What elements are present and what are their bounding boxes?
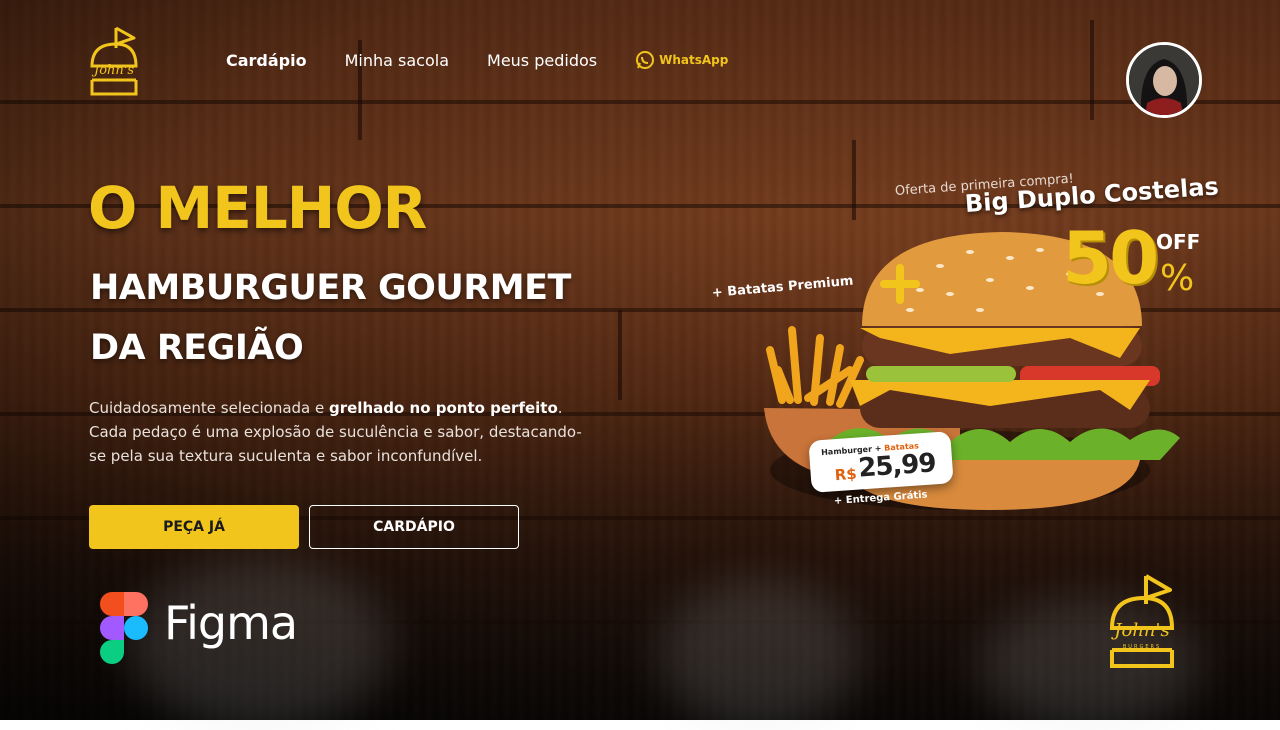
- price-value: 25,99: [857, 448, 937, 484]
- main-nav: Cardápio Minha sacola Meus pedidos Whats…: [226, 50, 728, 70]
- hero-description: Cuidadosamente selecionada e grelhado no…: [89, 396, 589, 468]
- price-currency: R$: [834, 464, 858, 485]
- johns-logo[interactable]: John's: [88, 26, 140, 98]
- nav-item-minha-sacola[interactable]: Minha sacola: [345, 51, 449, 70]
- whatsapp-link[interactable]: WhatsApp: [635, 50, 728, 70]
- figma-wordmark: Figma: [164, 596, 298, 650]
- desc-part2: .: [557, 399, 563, 417]
- logo-wordmark-footer: John's: [1110, 620, 1169, 641]
- discount-off: OFF: [1156, 230, 1201, 254]
- hero-line-2: DA REGIÃO: [90, 328, 304, 368]
- desc-rest: Cada pedaço é uma explosão de suculência…: [89, 423, 582, 465]
- johns-logo-footer: John's BURGERS: [1109, 574, 1175, 668]
- hero-headline: O MELHOR: [88, 174, 427, 242]
- whatsapp-label: WhatsApp: [659, 53, 729, 67]
- desc-bold: grelhado no ponto perfeito: [329, 399, 558, 417]
- nav-item-cardapio[interactable]: Cardápio: [226, 51, 307, 70]
- avatar-image: [1129, 45, 1199, 115]
- smoke-cloud: [660, 580, 860, 730]
- nav-item-meus-pedidos[interactable]: Meus pedidos: [487, 51, 597, 70]
- logo-wordmark: John's: [91, 63, 134, 78]
- discount-value: 50: [1062, 216, 1159, 300]
- discount-percent: %: [1160, 258, 1195, 299]
- whatsapp-icon: [636, 51, 655, 69]
- menu-button[interactable]: CARDÁPIO: [309, 505, 519, 549]
- hero-line-1: HAMBURGUER GOURMET: [90, 268, 571, 308]
- desc-part1: Cuidadosamente selecionada e: [89, 399, 329, 417]
- price-card: Hamburger + Batatas R$ 25,99: [808, 431, 954, 493]
- order-now-button[interactable]: PEÇA JÁ: [89, 505, 299, 549]
- figma-icon: [100, 592, 148, 664]
- promo-banner[interactable]: Oferta de primeira compra! Big Duplo Cos…: [690, 170, 1230, 530]
- user-avatar[interactable]: [1126, 42, 1202, 118]
